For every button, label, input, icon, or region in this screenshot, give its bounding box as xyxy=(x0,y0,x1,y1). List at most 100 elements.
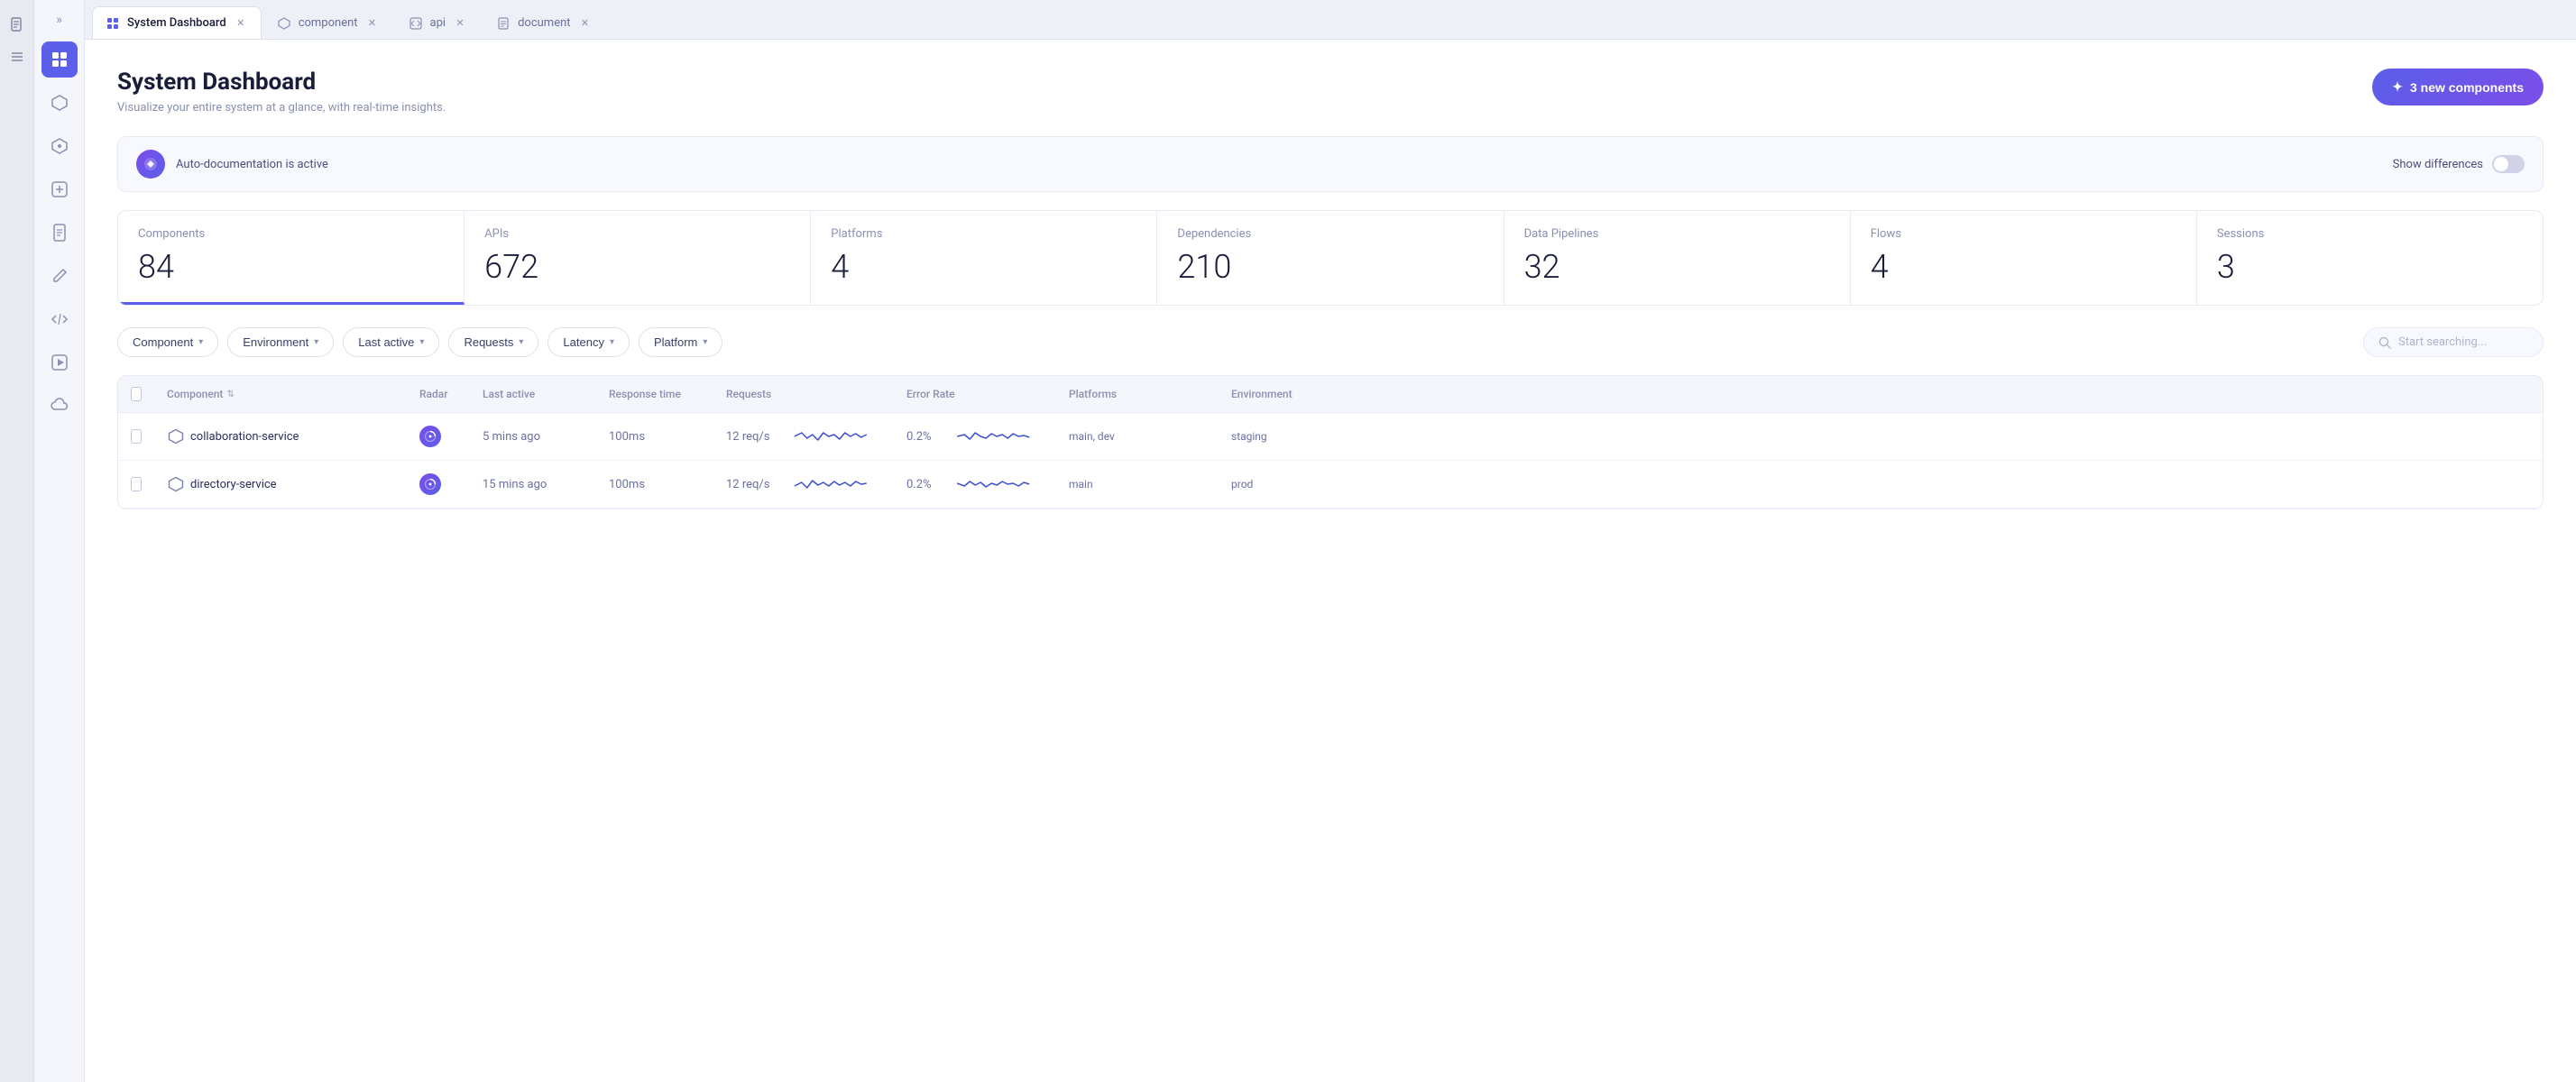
autodoc-right: Show differences xyxy=(2393,155,2525,173)
tab-close-dashboard[interactable]: ✕ xyxy=(234,16,248,31)
td-component-1[interactable]: collaboration-service xyxy=(154,415,407,458)
stat-label-platforms: Platforms xyxy=(831,227,1136,241)
sidebar-item-edit[interactable] xyxy=(41,258,78,294)
th-error-rate: Error Rate xyxy=(894,376,1056,412)
th-component-label: Component xyxy=(167,388,223,400)
show-differences-toggle[interactable] xyxy=(2492,155,2525,173)
sparkline-errors-2 xyxy=(943,473,1044,495)
th-radar-label: Radar xyxy=(419,388,448,400)
th-platforms-label: Platforms xyxy=(1069,388,1117,400)
header-checkbox[interactable] xyxy=(131,387,142,401)
tab-document[interactable]: document ✕ xyxy=(483,6,605,39)
tab-system-dashboard[interactable]: System Dashboard ✕ xyxy=(92,6,262,39)
stat-value-sessions: 3 xyxy=(2217,248,2523,286)
th-environment-label: Environment xyxy=(1231,388,1293,400)
stat-apis[interactable]: APIs 672 xyxy=(465,211,811,305)
sidebar-item-plus-box[interactable] xyxy=(41,171,78,207)
filter-environment[interactable]: Environment ▾ xyxy=(227,327,334,357)
search-placeholder: Start searching... xyxy=(2398,335,2487,349)
td-radar-1 xyxy=(407,413,470,460)
service-icon-1 xyxy=(167,427,185,445)
table-header: Component ⇅ Radar Last active Response t… xyxy=(118,376,2543,413)
filter-latency[interactable]: Latency ▾ xyxy=(547,327,630,357)
error-rate-value-2: 0.2% xyxy=(906,478,932,491)
stat-sessions[interactable]: Sessions 3 xyxy=(2197,211,2543,305)
sidebar-item-code[interactable] xyxy=(41,301,78,337)
td-requests-1: 12 req/s xyxy=(713,413,894,460)
tab-component[interactable]: component ✕ xyxy=(263,6,393,39)
sort-icon-component: ⇅ xyxy=(226,390,234,399)
filter-environment-chevron: ▾ xyxy=(314,337,318,347)
req-rate-value-2: 12 req/s xyxy=(726,478,769,491)
response-time-value-2: 100ms xyxy=(609,478,645,491)
sidebar-item-play[interactable] xyxy=(41,344,78,381)
stat-data-pipelines[interactable]: Data Pipelines 32 xyxy=(1504,211,1851,305)
th-radar: Radar xyxy=(407,376,470,412)
search-icon xyxy=(2378,336,2391,349)
page-header-left: System Dashboard Visualize your entire s… xyxy=(117,69,446,115)
td-environment-2: prod xyxy=(1219,465,1345,503)
icon-strip xyxy=(0,0,34,1082)
tab-close-api[interactable]: ✕ xyxy=(453,16,467,31)
filter-platform[interactable]: Platform ▾ xyxy=(639,327,722,357)
stat-value-data-pipelines: 32 xyxy=(1524,248,1830,286)
stat-value-flows: 4 xyxy=(1871,248,2176,286)
page-subtitle: Visualize your entire system at a glance… xyxy=(117,101,446,115)
stat-value-apis: 672 xyxy=(484,248,790,286)
stat-value-components: 84 xyxy=(138,248,444,286)
filter-requests-label: Requests xyxy=(464,335,513,349)
row-checkbox-2[interactable] xyxy=(131,477,142,491)
autodoc-left: Auto-documentation is active xyxy=(136,150,328,179)
stat-label-dependencies: Dependencies xyxy=(1177,227,1483,241)
table-container: Component ⇅ Radar Last active Response t… xyxy=(117,375,2544,509)
sidebar-expand[interactable]: » xyxy=(56,13,62,27)
environment-value-1: staging xyxy=(1231,430,1267,443)
page-header: System Dashboard Visualize your entire s… xyxy=(117,69,2544,115)
th-response-time-label: Response time xyxy=(609,388,681,400)
th-component[interactable]: Component ⇅ xyxy=(154,376,407,412)
filter-last-active-label: Last active xyxy=(358,335,414,349)
tab-close-component[interactable]: ✕ xyxy=(365,16,380,31)
search-box[interactable]: Start searching... xyxy=(2363,327,2544,357)
service-icon-2 xyxy=(167,475,185,493)
tab-api[interactable]: api ✕ xyxy=(395,6,482,39)
tab-label-component: component xyxy=(299,16,358,30)
icon-strip-doc[interactable] xyxy=(4,11,31,38)
stat-components[interactable]: Components 84 xyxy=(118,211,465,305)
new-components-label: 3 new components xyxy=(2410,80,2524,95)
stat-flows[interactable]: Flows 4 xyxy=(1851,211,2197,305)
td-requests-2: 12 req/s xyxy=(713,461,894,508)
sidebar-item-cloud[interactable] xyxy=(41,388,78,424)
stat-label-components: Components xyxy=(138,227,444,241)
filter-last-active-chevron: ▾ xyxy=(419,337,424,347)
autodoc-banner: Auto-documentation is active Show differ… xyxy=(117,136,2544,192)
service-name-1: collaboration-service xyxy=(190,430,299,444)
sidebar-item-hex2[interactable] xyxy=(41,128,78,164)
stat-label-apis: APIs xyxy=(484,227,790,241)
th-platforms: Platforms xyxy=(1056,376,1219,412)
table-row: directory-service 15 mins ago 100 xyxy=(118,461,2543,509)
new-components-button[interactable]: ✦ 3 new components xyxy=(2372,69,2544,105)
filter-last-active[interactable]: Last active ▾ xyxy=(343,327,439,357)
stat-label-data-pipelines: Data Pipelines xyxy=(1524,227,1830,241)
filters-row: Component ▾ Environment ▾ Last active ▾ … xyxy=(117,327,2544,357)
last-active-value-2: 15 mins ago xyxy=(483,478,547,491)
icon-strip-menu[interactable] xyxy=(4,43,31,70)
sidebar-item-document[interactable] xyxy=(41,215,78,251)
stat-platforms[interactable]: Platforms 4 xyxy=(811,211,1157,305)
tab-close-document[interactable]: ✕ xyxy=(578,16,593,31)
autodoc-text: Auto-documentation is active xyxy=(176,158,328,171)
row-checkbox-1[interactable] xyxy=(131,429,142,444)
filter-requests[interactable]: Requests ▾ xyxy=(448,327,538,357)
stats-row: Components 84 APIs 672 Platforms 4 Depen… xyxy=(117,210,2544,306)
sparkline-requests-2 xyxy=(780,473,881,495)
stat-dependencies[interactable]: Dependencies 210 xyxy=(1157,211,1504,305)
td-component-2[interactable]: directory-service xyxy=(154,463,407,506)
filter-platform-label: Platform xyxy=(654,335,697,349)
response-time-value-1: 100ms xyxy=(609,430,645,444)
tab-label-document: document xyxy=(518,16,570,30)
sidebar-item-component[interactable] xyxy=(41,85,78,121)
sidebar-item-dashboard[interactable] xyxy=(41,41,78,78)
filter-component[interactable]: Component ▾ xyxy=(117,327,218,357)
stat-label-sessions: Sessions xyxy=(2217,227,2523,241)
